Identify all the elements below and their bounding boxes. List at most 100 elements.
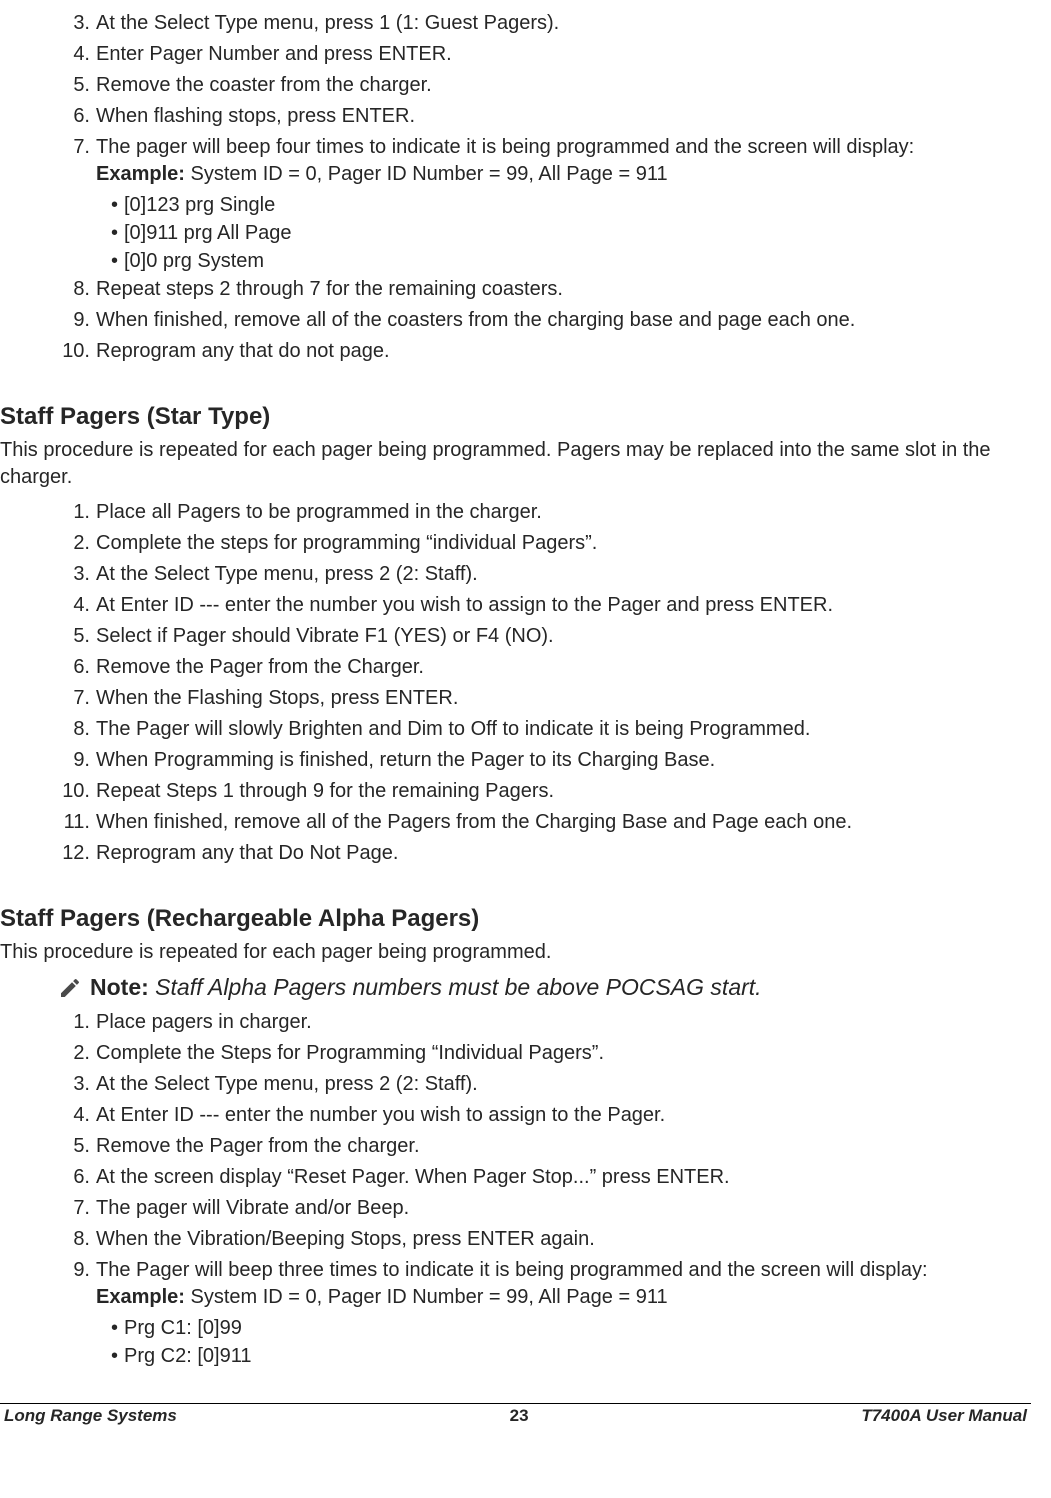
list-item: 1.Place pagers in charger. (0, 1009, 1031, 1036)
list-text: Complete the steps for programming “indi… (96, 530, 1031, 557)
bullet-text: [0]0 prg System (124, 248, 264, 274)
list-number: 12. (0, 840, 96, 867)
list-item: 6. When flashing stops, press ENTER. (0, 103, 1031, 130)
step-7-text: The pager will beep four times to indica… (96, 136, 914, 158)
list-text: Place pagers in charger. (96, 1009, 1031, 1036)
list-number: 5. (0, 623, 96, 650)
list-number: 10. (0, 338, 96, 365)
list-number: 6. (0, 1164, 96, 1191)
list-number: 6. (0, 103, 96, 130)
list-text: When the Flashing Stops, press ENTER. (96, 685, 1031, 712)
list-item: 5.Remove the Pager from the charger. (0, 1133, 1031, 1160)
bullet-item: • Prg C1: [0]99 (0, 1315, 1031, 1341)
example-label: Example: (96, 163, 185, 185)
list-item: 8. Repeat steps 2 through 7 for the rema… (0, 276, 1031, 303)
note-label: Note: (90, 974, 149, 1000)
example-text: System ID = 0, Pager ID Number = 99, All… (185, 1286, 668, 1308)
list-number: 5. (0, 72, 96, 99)
list-item: 10.Repeat Steps 1 through 9 for the rema… (0, 778, 1031, 805)
list-item: 5.Select if Pager should Vibrate F1 (YES… (0, 623, 1031, 650)
list-text: Repeat steps 2 through 7 for the remaini… (96, 276, 1031, 303)
list-item: 4.At Enter ID --- enter the number you w… (0, 592, 1031, 619)
note: Note: Staff Alpha Pagers numbers must be… (58, 974, 1031, 1005)
list-text: Remove the coaster from the charger. (96, 72, 1031, 99)
list-number: 7. (0, 134, 96, 161)
list-item: 2.Complete the Steps for Programming “In… (0, 1040, 1031, 1067)
intro-text: This procedure is repeated for each page… (0, 939, 1031, 966)
list-number: 1. (0, 499, 96, 526)
bullet-marker: • (0, 1343, 124, 1369)
list-number: 8. (0, 1226, 96, 1253)
list-item: 9. When finished, remove all of the coas… (0, 307, 1031, 334)
list-text: At the Select Type menu, press 2 (2: Sta… (96, 561, 1031, 588)
list-text: When finished, remove all of the Pagers … (96, 809, 1031, 836)
list-text: Reprogram any that Do Not Page. (96, 840, 1031, 867)
list-number: 10. (0, 778, 96, 805)
example-text: System ID = 0, Pager ID Number = 99, All… (185, 163, 668, 185)
bullet-item: • [0]0 prg System (0, 248, 1031, 274)
list-item: 9.When Programming is finished, return t… (0, 747, 1031, 774)
bullet-text: Prg C1: [0]99 (124, 1315, 242, 1341)
list-number: 9. (0, 307, 96, 334)
list-number: 8. (0, 716, 96, 743)
bullet-marker: • (0, 220, 124, 246)
list-text: When Programming is finished, return the… (96, 747, 1031, 774)
list-item: 6.Remove the Pager from the Charger. (0, 654, 1031, 681)
list-text: The pager will beep four times to indica… (96, 134, 1031, 188)
bullet-item: • [0]911 prg All Page (0, 220, 1031, 246)
bullet-marker: • (0, 1315, 124, 1341)
bullet-text: [0]911 prg All Page (124, 220, 292, 246)
list-item: 12.Reprogram any that Do Not Page. (0, 840, 1031, 867)
list-item: 4. Enter Pager Number and press ENTER. (0, 41, 1031, 68)
list-item: 3.At the Select Type menu, press 2 (2: S… (0, 1071, 1031, 1098)
list-text: Select if Pager should Vibrate F1 (YES) … (96, 623, 1031, 650)
list-number: 3. (0, 10, 96, 37)
list-number: 7. (0, 1195, 96, 1222)
list-text: Remove the Pager from the Charger. (96, 654, 1031, 681)
list-item: 4.At Enter ID --- enter the number you w… (0, 1102, 1031, 1129)
list-text: When finished, remove all of the coaster… (96, 307, 1031, 334)
footer-left: Long Range Systems (4, 1406, 177, 1426)
step-9-text: The Pager will beep three times to indic… (96, 1259, 928, 1281)
pencil-icon (58, 976, 86, 1005)
note-body: Staff Alpha Pagers numbers must be above… (149, 974, 762, 1000)
list-number: 11. (0, 809, 96, 836)
example-label: Example: (96, 1286, 185, 1308)
list-item: 3.At the Select Type menu, press 2 (2: S… (0, 561, 1031, 588)
list-text: When the Vibration/Beeping Stops, press … (96, 1226, 1031, 1253)
footer-right: T7400A User Manual (861, 1406, 1027, 1426)
list-number: 7. (0, 685, 96, 712)
list-number: 8. (0, 276, 96, 303)
bullet-item: • [0]123 prg Single (0, 192, 1031, 218)
list-item: 7.When the Flashing Stops, press ENTER. (0, 685, 1031, 712)
list-number: 1. (0, 1009, 96, 1036)
bullet-text: Prg C2: [0]911 (124, 1343, 251, 1369)
list-item: 7.The pager will Vibrate and/or Beep. (0, 1195, 1031, 1222)
list-text: Place all Pagers to be programmed in the… (96, 499, 1031, 526)
list-number: 5. (0, 1133, 96, 1160)
list-item: 3. At the Select Type menu, press 1 (1: … (0, 10, 1031, 37)
bullet-marker: • (0, 248, 124, 274)
list-text: The Pager will slowly Brighten and Dim t… (96, 716, 1031, 743)
list-text: At the screen display “Reset Pager. When… (96, 1164, 1031, 1191)
list-text: When flashing stops, press ENTER. (96, 103, 1031, 130)
list-text: At Enter ID --- enter the number you wis… (96, 1102, 1031, 1129)
heading-staff-star: Staff Pagers (Star Type) (0, 403, 1031, 431)
list-number: 3. (0, 1071, 96, 1098)
list-item: 6.At the screen display “Reset Pager. Wh… (0, 1164, 1031, 1191)
list-text: Enter Pager Number and press ENTER. (96, 41, 1031, 68)
list-item: 1.Place all Pagers to be programmed in t… (0, 499, 1031, 526)
list-text: At Enter ID --- enter the number you wis… (96, 592, 1031, 619)
list-text: The pager will Vibrate and/or Beep. (96, 1195, 1031, 1222)
footer-page-number: 23 (510, 1406, 529, 1426)
list-item: 10. Reprogram any that do not page. (0, 338, 1031, 365)
list-number: 9. (0, 747, 96, 774)
list-number: 4. (0, 1102, 96, 1129)
bullet-marker: • (0, 192, 124, 218)
list-number: 4. (0, 41, 96, 68)
list-number: 3. (0, 561, 96, 588)
intro-text: This procedure is repeated for each page… (0, 437, 1031, 491)
list-number: 2. (0, 1040, 96, 1067)
list-item: 9. The Pager will beep three times to in… (0, 1257, 1031, 1311)
list-item: 5. Remove the coaster from the charger. (0, 72, 1031, 99)
